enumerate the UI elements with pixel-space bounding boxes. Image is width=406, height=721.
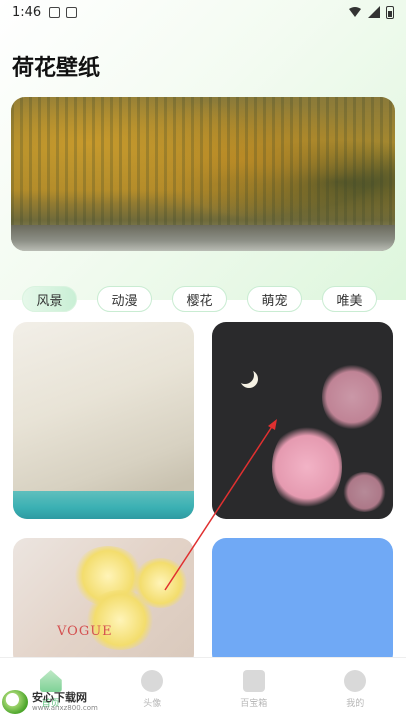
blossom-cluster bbox=[342, 472, 387, 512]
tab-sakura[interactable]: 樱花 bbox=[172, 286, 227, 312]
face-icon bbox=[141, 670, 164, 692]
wallpaper-card-cliff[interactable] bbox=[13, 322, 194, 519]
tab-pets[interactable]: 萌宠 bbox=[247, 286, 302, 312]
nav-label-profile: 我的 bbox=[346, 699, 365, 709]
banner-image[interactable] bbox=[11, 97, 395, 251]
watermark-url: www.anxz800.com bbox=[32, 703, 98, 712]
category-tabs: 风景 动漫 樱花 萌宠 唯美 bbox=[22, 286, 394, 314]
card-sea bbox=[13, 491, 194, 519]
tab-aesthetic[interactable]: 唯美 bbox=[322, 286, 377, 312]
nav-label-avatar: 头像 bbox=[143, 699, 162, 709]
blossom-cluster bbox=[272, 422, 342, 512]
watermark-logo-icon bbox=[2, 690, 28, 714]
status-bar: 1:46 bbox=[0, 0, 406, 24]
rose-flower bbox=[133, 558, 188, 608]
banner-village bbox=[11, 225, 395, 251]
status-time: 1:46 bbox=[12, 4, 42, 20]
nav-item-avatar[interactable]: 头像 bbox=[112, 670, 192, 709]
watermark-text-group: 安心下载网 www.anxz800.com bbox=[32, 690, 98, 713]
profile-icon bbox=[344, 670, 367, 692]
signal-icon bbox=[368, 6, 380, 18]
watermark: 安心下载网 www.anxz800.com bbox=[2, 688, 122, 716]
nav-label-toolbox: 百宝箱 bbox=[240, 699, 268, 709]
notification-screen-icon bbox=[66, 6, 78, 18]
blossom-cluster bbox=[322, 362, 382, 432]
wallpaper-card-roses[interactable]: VOGUE bbox=[13, 538, 194, 668]
watermark-title: 安心下载网 bbox=[32, 690, 87, 704]
magazine-text: VOGUE bbox=[57, 624, 113, 639]
wifi-icon bbox=[349, 7, 361, 17]
moon-icon bbox=[236, 366, 254, 384]
wallpaper-card-blossom[interactable] bbox=[212, 322, 393, 519]
battery-icon bbox=[386, 5, 394, 19]
wallpaper-card-blue[interactable] bbox=[212, 538, 393, 668]
tab-anime[interactable]: 动漫 bbox=[97, 286, 152, 312]
bag-icon bbox=[242, 670, 265, 692]
notification-a-icon bbox=[49, 6, 61, 18]
page-title: 荷花壁纸 bbox=[12, 56, 101, 81]
nav-item-toolbox[interactable]: 百宝箱 bbox=[214, 670, 294, 709]
nav-item-profile[interactable]: 我的 bbox=[315, 670, 395, 709]
status-right-group bbox=[348, 5, 394, 19]
tab-landscape[interactable]: 风景 bbox=[22, 286, 77, 312]
